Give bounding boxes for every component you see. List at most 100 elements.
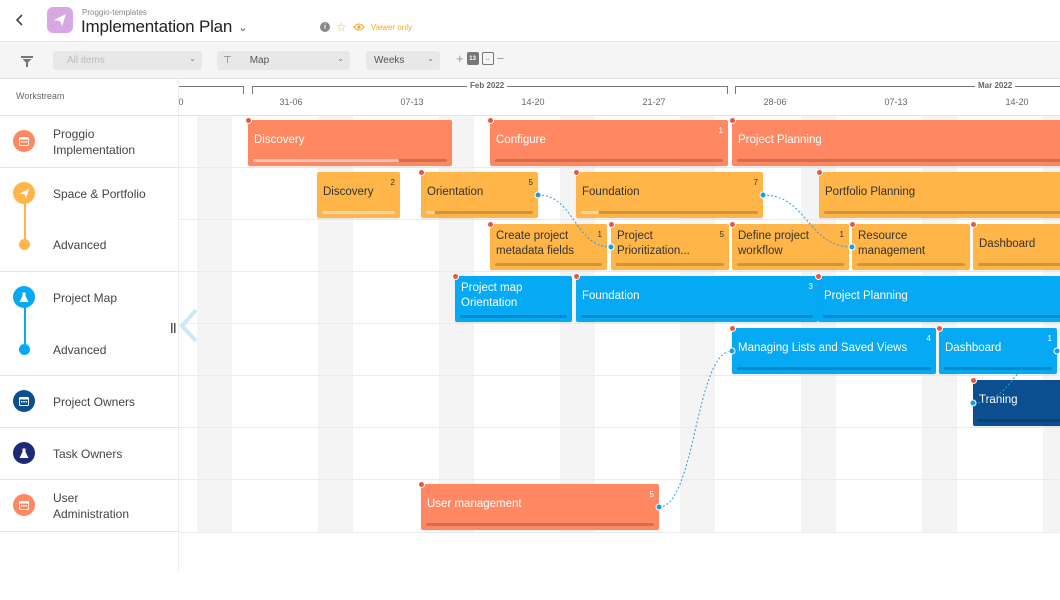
milestone-pin — [245, 117, 252, 124]
progress-track — [978, 419, 1060, 422]
milestone-pin — [729, 325, 736, 332]
activity-bar[interactable]: Foundation 3 — [573, 273, 818, 322]
milestone-pin — [816, 169, 823, 176]
back-arrow-icon — [15, 14, 23, 26]
activity-label: Project map Orientation — [461, 282, 523, 309]
activity-label: Project Prioritization... — [617, 230, 690, 257]
progress-track — [460, 315, 567, 318]
workstream-item[interactable]: Project Owners — [0, 376, 179, 428]
activity-bar[interactable]: Create project metadata fields 1 — [487, 221, 607, 270]
activity-count: 1 — [597, 230, 602, 239]
milestone-pin — [418, 481, 425, 488]
workstream-item[interactable]: Project Map — [0, 272, 179, 324]
zoom-in-button[interactable]: + — [456, 51, 464, 66]
activity-bar[interactable]: Project Planning — [815, 273, 1060, 322]
activity-bar[interactable]: Project Planning — [729, 117, 1060, 166]
activity-label: Project Planning — [824, 289, 908, 302]
row-divider — [179, 532, 1060, 533]
activity-label: Discovery — [323, 185, 374, 198]
timeline-grid: Feb 2022 Mar 2022 0 31-06 07-13 14-20 21… — [179, 79, 1060, 571]
activity-bar[interactable]: Project Prioritization... 5 — [608, 221, 729, 270]
milestone-pin — [936, 325, 943, 332]
progress-track — [978, 263, 1060, 266]
activity-bar[interactable]: Portfolio Planning — [816, 169, 1060, 218]
star-icon[interactable]: ☆ — [336, 20, 347, 34]
activity-count: 1 — [718, 126, 723, 135]
scale-select-value: Weeks — [374, 55, 405, 66]
activity-label: Foundation — [582, 289, 640, 302]
activity-bar[interactable]: Managing Lists and Saved Views 4 — [729, 325, 936, 374]
workstream-item[interactable]: Proggio Implementation — [0, 116, 179, 168]
app-logo — [47, 7, 73, 33]
activity-label: Dashboard — [945, 341, 1002, 354]
activity-label: Create project metadata fields — [496, 230, 574, 257]
activity-label: Traning — [979, 393, 1018, 406]
activity-bar[interactable]: Define project workflow 1 — [729, 221, 849, 270]
chevron-left-icon — [171, 308, 198, 343]
calendar-icon — [13, 494, 35, 516]
chevron-down-icon: ⌄ — [337, 54, 344, 63]
workstream-label: Project Map — [53, 291, 118, 305]
milestone-pin — [729, 117, 736, 124]
activity-bar[interactable]: Resource management — [849, 221, 970, 270]
activity-bar[interactable]: Traning — [970, 377, 1060, 426]
info-icon[interactable]: i — [320, 22, 330, 32]
filter-select[interactable]: All items ⌄ — [53, 51, 202, 70]
paper-plane-icon — [54, 14, 66, 26]
month-label: Mar 2022 — [975, 81, 1016, 90]
workstream-label: Space & Portfolio — [53, 187, 146, 201]
today-calendar-icon[interactable]: 13 — [466, 52, 479, 65]
activity-bar[interactable]: Discovery — [245, 117, 452, 166]
activity-bar[interactable]: User management 5 — [418, 481, 659, 530]
week-label: 14-20 — [521, 97, 545, 107]
activity-bar[interactable]: Foundation 7 — [573, 169, 763, 218]
workstream-item[interactable]: Task Owners — [0, 428, 179, 480]
progress-track — [737, 159, 1060, 162]
progress-fill — [253, 159, 399, 162]
row-divider — [179, 271, 1060, 272]
progress-track — [581, 211, 758, 214]
workstream-sub-item[interactable]: Advanced — [0, 220, 179, 272]
workstream-item[interactable]: User Administration — [0, 480, 179, 532]
chevron-down-icon[interactable]: ⌄ — [238, 21, 247, 34]
today-label: 13 — [469, 55, 476, 62]
progress-track — [737, 367, 931, 370]
progress-track — [737, 263, 844, 266]
page-title[interactable]: Implementation Plan ⌄ — [81, 17, 247, 37]
milestone-pin — [608, 221, 615, 228]
collapse-panel-handle[interactable] — [170, 308, 200, 353]
progress-track — [495, 159, 723, 162]
workstream-panel: Workstream Proggio Implementation Space … — [0, 79, 179, 571]
activity-bar[interactable]: Configure 1 — [487, 117, 728, 166]
back-button[interactable] — [10, 10, 30, 30]
app-header: Proggio-templates Implementation Plan ⌄ … — [0, 0, 1060, 42]
workstream-group: Project Map Advanced — [0, 272, 179, 376]
workstream-item[interactable]: Space & Portfolio — [0, 168, 179, 220]
week-label: 28-06 — [763, 97, 787, 107]
week-label: 14-20 — [1005, 97, 1029, 107]
chevron-down-icon: ⌄ — [427, 54, 434, 63]
workstream-label: Task Owners — [53, 447, 123, 461]
milestone-pin — [970, 377, 977, 384]
workstream-header: Workstream — [0, 79, 178, 116]
progress-track — [616, 263, 724, 266]
milestone-pin — [452, 273, 459, 280]
activity-bar[interactable]: Dashboard 1 — [936, 325, 1057, 374]
row-divider — [179, 323, 1060, 324]
activity-bar[interactable]: Dashboard — [970, 221, 1060, 270]
scale-select[interactable]: Weeks ⌄ — [366, 51, 440, 70]
activity-count: 4 — [926, 334, 931, 343]
chevron-down-icon: ⌄ — [189, 54, 196, 63]
workstream-sub-item[interactable]: Advanced — [0, 324, 179, 376]
filter-button[interactable] — [21, 54, 33, 72]
activity-bar[interactable]: Discovery 2 — [317, 172, 400, 218]
activity-bar[interactable]: Orientation 5 — [418, 169, 538, 218]
weekend-stripe — [197, 116, 232, 532]
zoom-out-button[interactable]: − — [497, 51, 505, 66]
fit-calendar-icon[interactable]: ↔ — [481, 52, 494, 65]
breadcrumb[interactable]: Proggio-templates — [82, 8, 147, 17]
milestone-pin — [573, 273, 580, 280]
activity-bar[interactable]: Project map Orientation — [452, 273, 572, 322]
view-select[interactable]: ⊤ Map ⌄ — [217, 51, 350, 70]
progress-track — [823, 315, 1060, 318]
